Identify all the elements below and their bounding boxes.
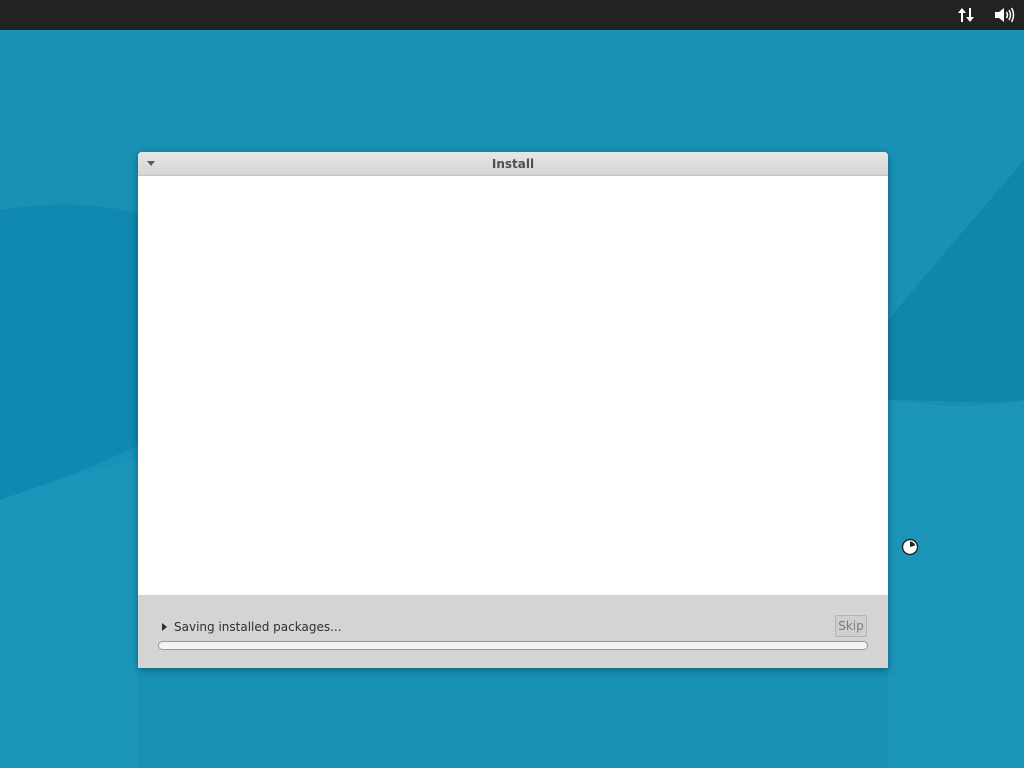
window-title: Install: [491, 157, 535, 171]
skip-button[interactable]: Skip: [835, 615, 867, 637]
details-expander[interactable]: Saving installed packages...: [162, 619, 342, 635]
top-panel: [0, 0, 1024, 30]
slideshow-area: [138, 176, 888, 595]
expander-arrow-icon: [162, 623, 167, 631]
volume-icon[interactable]: [993, 5, 1015, 25]
install-window: Install Saving installed packages... Ski…: [138, 152, 888, 668]
status-text: Saving installed packages...: [174, 620, 342, 634]
progress-bar: [158, 641, 868, 650]
desktop: Install Saving installed packages... Ski…: [0, 0, 1024, 768]
busy-cursor-icon: [901, 538, 919, 556]
window-titlebar[interactable]: Install: [138, 152, 888, 176]
network-transfer-icon[interactable]: [955, 5, 977, 25]
install-progress-panel: Saving installed packages... Skip: [138, 595, 888, 668]
